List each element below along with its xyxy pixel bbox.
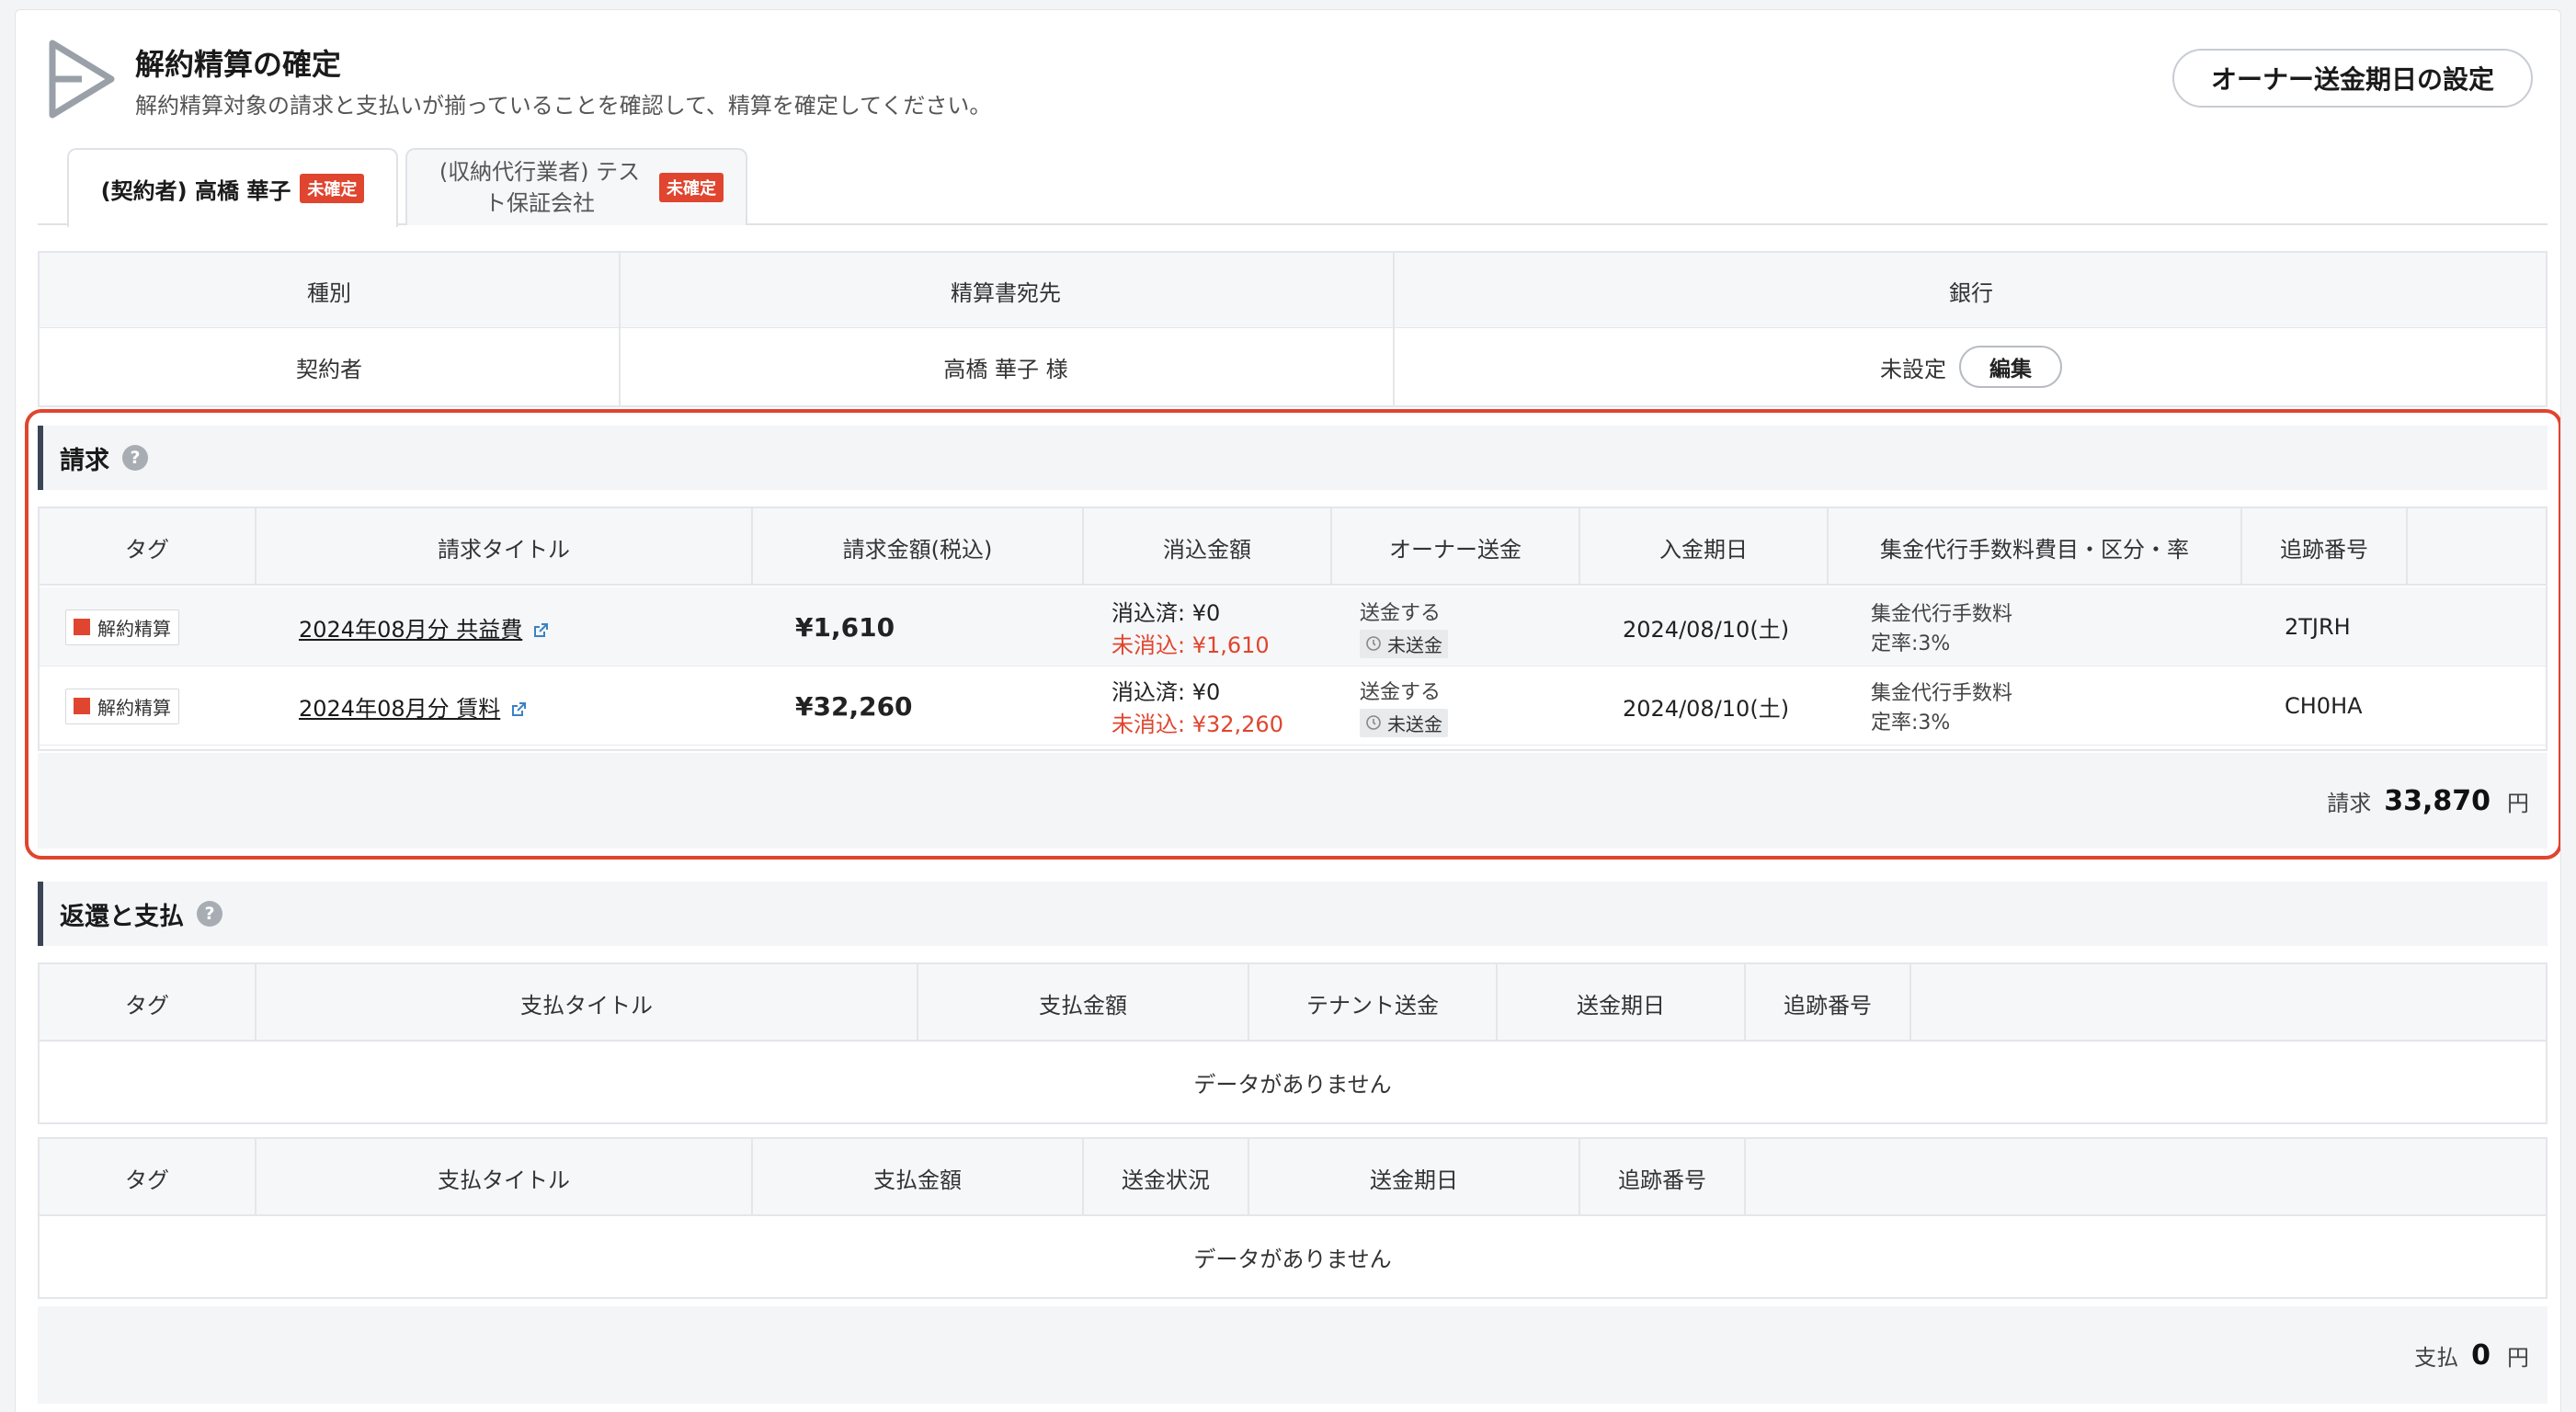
tab-collection-agent[interactable]: (収納代行業者) テスト保証会社 未確定 — [405, 148, 747, 225]
header-recipient: 精算書宛先 — [951, 279, 1061, 306]
fee-rate: 定率:3% — [1871, 712, 1951, 734]
billing-total: 請求 33,870 円 — [38, 753, 2548, 848]
owner-remit-option: 送金する — [1360, 601, 1442, 625]
applied-amount: 消込済: ¥0 — [1111, 600, 1221, 626]
bank-cell: 未設定 編集 — [1393, 328, 2549, 405]
col-tenant-remittance: テナント送金 — [1249, 964, 1498, 1042]
payment-total-label: 支払 — [2414, 1344, 2459, 1371]
applied-amount: 消込済: ¥0 — [1111, 679, 1221, 705]
col-due-date: 入金期日 — [1580, 508, 1829, 586]
unapplied-amount: 未消込: ¥1,610 — [1111, 632, 1270, 658]
amount-cell: ¥32,260 — [795, 690, 913, 722]
owner-remittance-date-button[interactable]: オーナー送金期日の設定 — [2172, 49, 2533, 108]
col-payment-title: 支払タイトル — [256, 1139, 753, 1216]
tenant-remittance-table: タグ 支払タイトル 支払金額 テナント送金 送金期日 追跡番号 データがありませ… — [38, 962, 2548, 1124]
remittance-status: 未送金 — [1360, 708, 1448, 737]
title-cell: 2024年08月分 賃料 — [299, 666, 528, 746]
page-title: 解約精算の確定 — [135, 47, 342, 82]
col-payment-amount: 支払金額 — [918, 964, 1249, 1042]
tracking-cell: 2TJRH — [2285, 614, 2351, 640]
applied-cell: 消込済: ¥0 未消込: ¥1,610 — [1111, 587, 1270, 666]
fee-cell: 集金代行手数料 定率:3% — [1871, 666, 2012, 746]
empty-message: データがありません — [1193, 1246, 1392, 1272]
due-date-cell: 2024/08/10(土) — [1623, 616, 1790, 643]
col-payment-amount: 支払金額 — [753, 1139, 1084, 1216]
settlement-tag: 解約精算 — [65, 688, 179, 724]
remittance-status: 未送金 — [1360, 629, 1448, 658]
unconfirmed-badge: 未確定 — [300, 174, 365, 203]
refund-section-header: 返還と支払 ? — [38, 882, 2548, 946]
play-outline-icon — [49, 40, 115, 119]
col-remittance-status: 送金状況 — [1084, 1139, 1249, 1216]
col-payment-title: 支払タイトル — [256, 964, 918, 1042]
payment-total-value: 0 — [2471, 1338, 2491, 1372]
fee-name: 集金代行手数料 — [1871, 603, 2013, 626]
due-date-cell: 2024/08/10(土) — [1623, 695, 1790, 722]
fee-rate: 定率:3% — [1871, 632, 1951, 655]
table-row: 解約精算 2024年08月分 共益費 ¥1,610 消込済: ¥0 未消込: ¥… — [40, 587, 2546, 666]
tracking-cell: CH0HA — [2285, 693, 2363, 719]
tab-label: (契約者) 高橋 華子 — [100, 177, 291, 204]
col-title: 請求タイトル — [256, 508, 753, 586]
help-icon[interactable]: ? — [197, 901, 222, 927]
payment-total: 支払 0 円 — [38, 1306, 2548, 1404]
divider — [1393, 253, 1395, 405]
col-remittance-date: 送金期日 — [1498, 964, 1746, 1042]
tab-label: (収納代行業者) テスト保証会社 — [439, 159, 641, 216]
applied-cell: 消込済: ¥0 未消込: ¥32,260 — [1111, 666, 1283, 746]
settlement-info-table: 種別 精算書宛先 銀行 契約者 高橋 華子 様 未設定 編集 — [38, 251, 2548, 407]
col-tag: タグ — [40, 508, 256, 586]
unconfirmed-badge: 未確定 — [659, 173, 724, 202]
external-link-icon[interactable] — [509, 700, 528, 719]
divider — [619, 253, 621, 405]
table-row: 解約精算 2024年08月分 賃料 ¥32,260 消込済: ¥0 未消込: ¥… — [40, 666, 2546, 746]
col-tracking: 追跡番号 — [1746, 964, 1911, 1042]
billing-title-link[interactable]: 2024年08月分 賃料 — [299, 696, 500, 722]
header-type: 種別 — [307, 279, 351, 306]
external-link-icon[interactable] — [531, 621, 550, 640]
header-bank: 銀行 — [1949, 279, 1993, 306]
owner-remit-option: 送金する — [1360, 680, 1442, 704]
payment-table: タグ 支払タイトル 支払金額 送金状況 送金期日 追跡番号 データがありません — [38, 1137, 2548, 1299]
payment-total-unit: 円 — [2507, 1344, 2529, 1371]
owner-cell: 送金する 未送金 — [1360, 666, 1448, 746]
col-applied: 消込金額 — [1084, 508, 1332, 586]
value-recipient: 高橋 華子 様 — [943, 356, 1068, 382]
help-icon[interactable]: ? — [122, 445, 148, 471]
col-tracking: 追跡番号 — [1580, 1139, 1746, 1216]
billing-total-label: 請求 — [2327, 790, 2372, 816]
tag-cell: 解約精算 — [65, 666, 179, 746]
owner-cell: 送金する 未送金 — [1360, 587, 1448, 666]
col-tag: タグ — [40, 1139, 256, 1216]
refund-section-title: 返還と支払 — [60, 902, 184, 931]
billing-title-link[interactable]: 2024年08月分 共益費 — [299, 617, 522, 643]
col-remittance-date: 送金期日 — [1249, 1139, 1580, 1216]
col-fee: 集金代行手数料費目・区分・率 — [1829, 508, 2242, 586]
bank-status: 未設定 — [1880, 356, 1946, 382]
col-amount: 請求金額(税込) — [753, 508, 1084, 586]
tag-cell: 解約精算 — [65, 587, 179, 666]
title-cell: 2024年08月分 共益費 — [299, 587, 550, 666]
page-subtitle: 解約精算対象の請求と支払いが揃っていることを確認して、精算を確定してください。 — [135, 93, 992, 119]
clock-icon — [1366, 636, 1381, 651]
settlement-tag: 解約精算 — [65, 609, 179, 645]
col-tracking: 追跡番号 — [2242, 508, 2408, 586]
fee-name: 集金代行手数料 — [1871, 682, 2013, 705]
settlement-panel: 解約精算の確定 解約精算対象の請求と支払いが揃っていることを確認して、精算を確定… — [15, 9, 2561, 1412]
col-tag: タグ — [40, 964, 256, 1042]
tab-contractor[interactable]: (契約者) 高橋 華子 未確定 — [67, 148, 398, 227]
unapplied-amount: 未消込: ¥32,260 — [1111, 712, 1283, 737]
billing-section-title: 請求 — [60, 446, 109, 475]
billing-section-header: 請求 ? — [38, 426, 2548, 490]
billing-total-value: 33,870 — [2384, 784, 2491, 817]
fee-cell: 集金代行手数料 定率:3% — [1871, 587, 2012, 666]
edit-bank-button[interactable]: 編集 — [1959, 346, 2062, 388]
empty-message: データがありません — [1193, 1071, 1392, 1098]
value-type: 契約者 — [296, 356, 362, 382]
amount-cell: ¥1,610 — [795, 611, 895, 643]
col-owner-remittance: オーナー送金 — [1332, 508, 1580, 586]
billing-total-unit: 円 — [2507, 790, 2529, 816]
billing-table: タグ 請求タイトル 請求金額(税込) 消込金額 オーナー送金 入金期日 集金代行… — [38, 507, 2548, 751]
clock-icon — [1366, 715, 1381, 730]
